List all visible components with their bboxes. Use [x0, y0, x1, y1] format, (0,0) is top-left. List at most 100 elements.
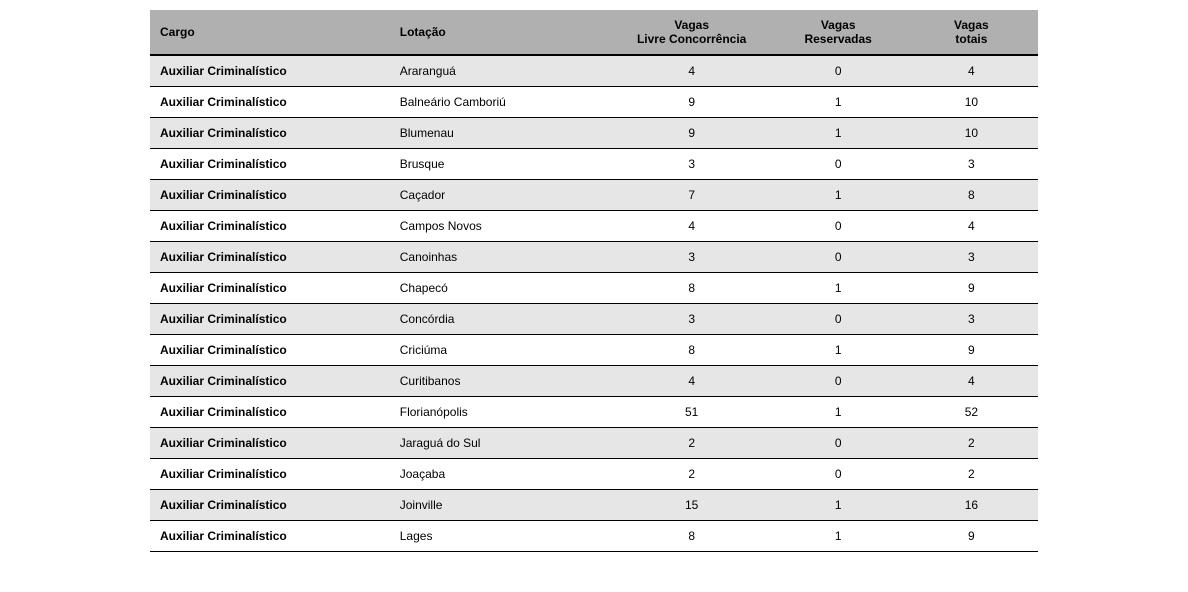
- cell-cargo: Auxiliar Criminalístico: [150, 273, 390, 304]
- cell-lotacao: Brusque: [390, 149, 612, 180]
- cell-totais: 3: [905, 304, 1038, 335]
- cell-reservadas: 1: [772, 273, 905, 304]
- cell-reservadas: 1: [772, 397, 905, 428]
- header-vagas-totais-line2: totais: [915, 32, 1028, 46]
- cell-lotacao: Curitibanos: [390, 366, 612, 397]
- header-vagas-reservadas: Vagas Reservadas: [772, 10, 905, 55]
- table-row: Auxiliar CriminalísticoChapecó819: [150, 273, 1038, 304]
- table-row: Auxiliar CriminalísticoJoaçaba202: [150, 459, 1038, 490]
- cell-livre: 3: [612, 149, 772, 180]
- cell-totais: 52: [905, 397, 1038, 428]
- cell-reservadas: 1: [772, 180, 905, 211]
- cell-lotacao: Balneário Camboriú: [390, 87, 612, 118]
- cell-cargo: Auxiliar Criminalístico: [150, 490, 390, 521]
- table-row: Auxiliar CriminalísticoBrusque303: [150, 149, 1038, 180]
- cell-lotacao: Blumenau: [390, 118, 612, 149]
- table-row: Auxiliar CriminalísticoCuritibanos404: [150, 366, 1038, 397]
- cell-totais: 3: [905, 242, 1038, 273]
- cell-livre: 3: [612, 304, 772, 335]
- cell-totais: 9: [905, 273, 1038, 304]
- cell-lotacao: Joaçaba: [390, 459, 612, 490]
- cell-totais: 16: [905, 490, 1038, 521]
- header-vagas-livre-line2: Livre Concorrência: [622, 32, 762, 46]
- cell-totais: 9: [905, 521, 1038, 552]
- cell-totais: 9: [905, 335, 1038, 366]
- cell-lotacao: Concórdia: [390, 304, 612, 335]
- table-header: Cargo Lotação Vagas Livre Concorrência V…: [150, 10, 1038, 55]
- cell-livre: 8: [612, 521, 772, 552]
- cell-lotacao: Joinville: [390, 490, 612, 521]
- cell-livre: 8: [612, 335, 772, 366]
- cell-reservadas: 1: [772, 521, 905, 552]
- cell-totais: 10: [905, 118, 1038, 149]
- header-vagas-livre-line1: Vagas: [622, 18, 762, 32]
- cell-lotacao: Chapecó: [390, 273, 612, 304]
- cell-reservadas: 0: [772, 149, 905, 180]
- cell-livre: 15: [612, 490, 772, 521]
- cell-cargo: Auxiliar Criminalístico: [150, 55, 390, 87]
- cell-reservadas: 1: [772, 118, 905, 149]
- cell-cargo: Auxiliar Criminalístico: [150, 149, 390, 180]
- cell-reservadas: 0: [772, 242, 905, 273]
- header-vagas-livre: Vagas Livre Concorrência: [612, 10, 772, 55]
- header-vagas-totais-line1: Vagas: [915, 18, 1028, 32]
- table-row: Auxiliar CriminalísticoBlumenau9110: [150, 118, 1038, 149]
- header-vagas-reservadas-line1: Vagas: [782, 18, 895, 32]
- cell-reservadas: 0: [772, 459, 905, 490]
- cell-reservadas: 0: [772, 366, 905, 397]
- cell-livre: 3: [612, 242, 772, 273]
- table-row: Auxiliar CriminalísticoFlorianópolis5115…: [150, 397, 1038, 428]
- header-vagas-totais: Vagas totais: [905, 10, 1038, 55]
- cell-livre: 4: [612, 55, 772, 87]
- cell-cargo: Auxiliar Criminalístico: [150, 118, 390, 149]
- cell-cargo: Auxiliar Criminalístico: [150, 335, 390, 366]
- cell-totais: 4: [905, 366, 1038, 397]
- table-row: Auxiliar CriminalísticoConcórdia303: [150, 304, 1038, 335]
- cell-cargo: Auxiliar Criminalístico: [150, 87, 390, 118]
- cell-livre: 2: [612, 459, 772, 490]
- table-row: Auxiliar CriminalísticoBalneário Cambori…: [150, 87, 1038, 118]
- table-row: Auxiliar CriminalísticoJoinville15116: [150, 490, 1038, 521]
- cell-cargo: Auxiliar Criminalístico: [150, 366, 390, 397]
- cell-livre: 9: [612, 118, 772, 149]
- cell-cargo: Auxiliar Criminalístico: [150, 397, 390, 428]
- table-row: Auxiliar CriminalísticoCaçador718: [150, 180, 1038, 211]
- cell-livre: 2: [612, 428, 772, 459]
- table-row: Auxiliar CriminalísticoLages819: [150, 521, 1038, 552]
- cell-lotacao: Canoinhas: [390, 242, 612, 273]
- cell-totais: 3: [905, 149, 1038, 180]
- table-row: Auxiliar CriminalísticoCriciúma819: [150, 335, 1038, 366]
- cell-cargo: Auxiliar Criminalístico: [150, 459, 390, 490]
- cell-lotacao: Campos Novos: [390, 211, 612, 242]
- cell-totais: 10: [905, 87, 1038, 118]
- header-cargo: Cargo: [150, 10, 390, 55]
- table-body: Auxiliar CriminalísticoAraranguá404Auxil…: [150, 55, 1038, 552]
- cell-reservadas: 0: [772, 55, 905, 87]
- cell-totais: 4: [905, 55, 1038, 87]
- cell-reservadas: 0: [772, 211, 905, 242]
- header-lotacao: Lotação: [390, 10, 612, 55]
- cell-cargo: Auxiliar Criminalístico: [150, 180, 390, 211]
- cell-cargo: Auxiliar Criminalístico: [150, 304, 390, 335]
- cell-lotacao: Criciúma: [390, 335, 612, 366]
- cell-livre: 4: [612, 211, 772, 242]
- table-row: Auxiliar CriminalísticoCampos Novos404: [150, 211, 1038, 242]
- table-row: Auxiliar CriminalísticoJaraguá do Sul202: [150, 428, 1038, 459]
- cell-lotacao: Jaraguá do Sul: [390, 428, 612, 459]
- cell-totais: 4: [905, 211, 1038, 242]
- cell-cargo: Auxiliar Criminalístico: [150, 521, 390, 552]
- cell-totais: 2: [905, 428, 1038, 459]
- cell-livre: 51: [612, 397, 772, 428]
- cell-reservadas: 1: [772, 335, 905, 366]
- cell-lotacao: Araranguá: [390, 55, 612, 87]
- cell-reservadas: 1: [772, 490, 905, 521]
- cell-livre: 7: [612, 180, 772, 211]
- cell-lotacao: Florianópolis: [390, 397, 612, 428]
- cell-livre: 4: [612, 366, 772, 397]
- cell-reservadas: 0: [772, 428, 905, 459]
- cell-cargo: Auxiliar Criminalístico: [150, 211, 390, 242]
- cell-livre: 9: [612, 87, 772, 118]
- vacancies-table: Cargo Lotação Vagas Livre Concorrência V…: [150, 10, 1038, 552]
- cell-reservadas: 0: [772, 304, 905, 335]
- cell-totais: 8: [905, 180, 1038, 211]
